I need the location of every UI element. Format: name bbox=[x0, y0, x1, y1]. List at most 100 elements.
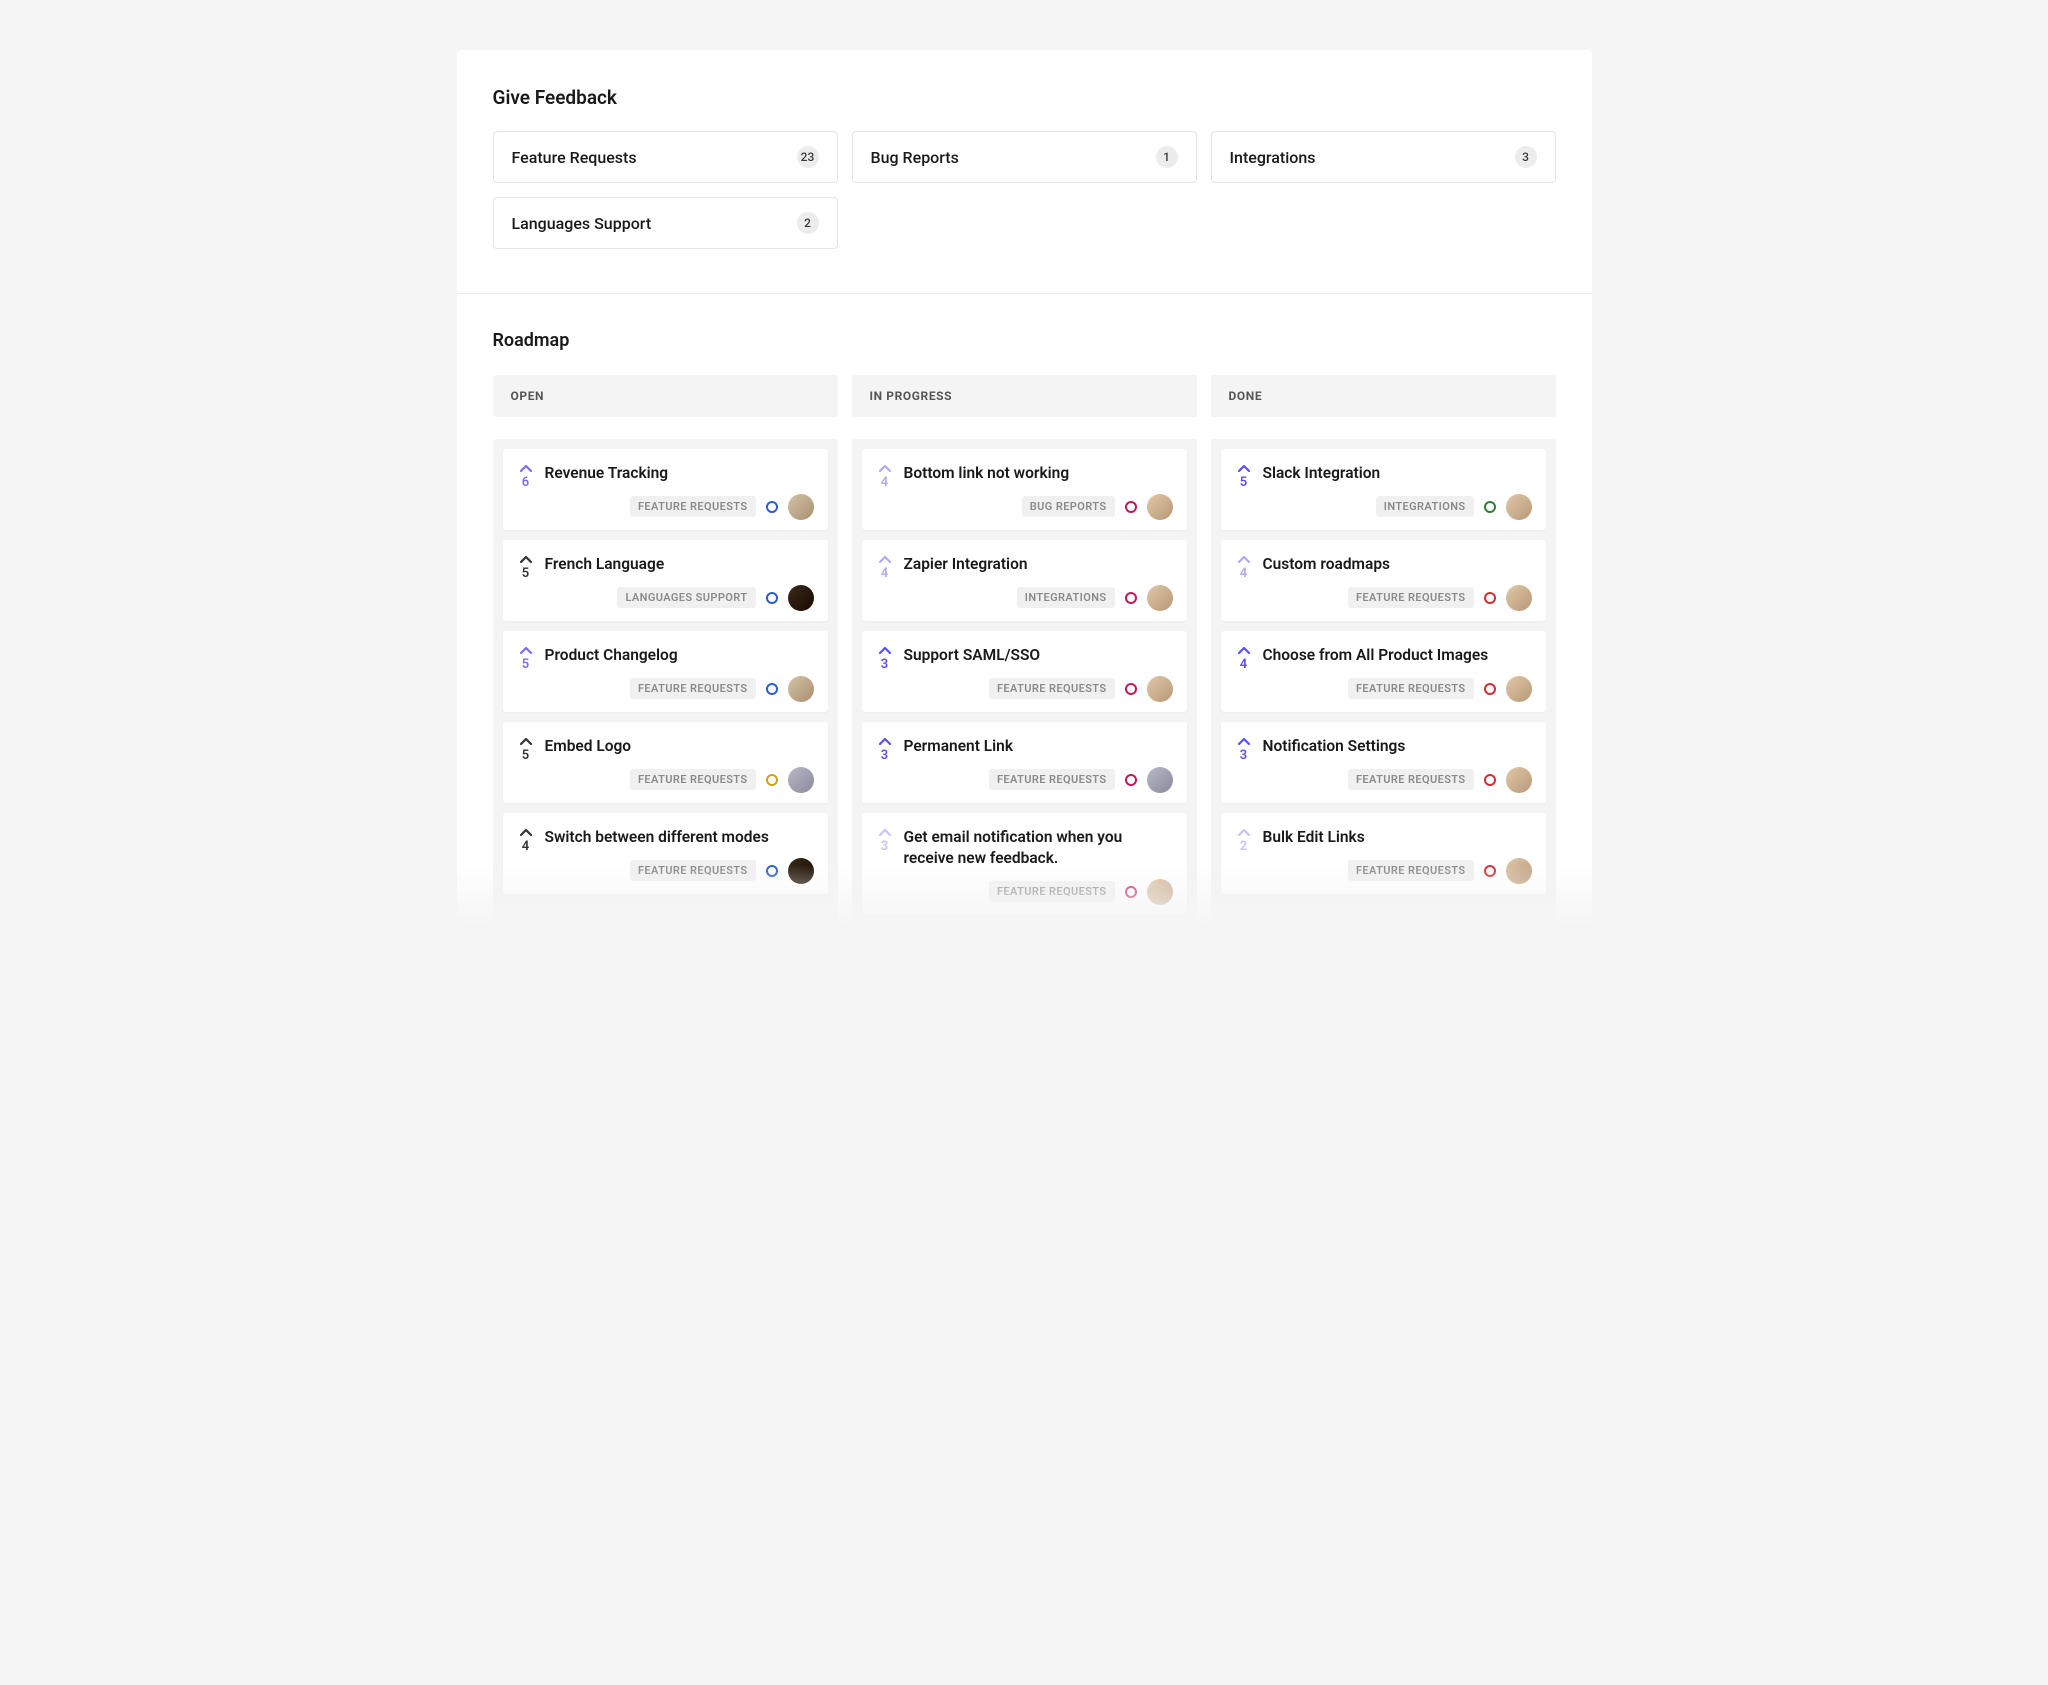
chevron-up-icon bbox=[519, 554, 533, 564]
chevron-up-icon bbox=[878, 827, 892, 837]
roadmap-card[interactable]: 2 Bulk Edit Links FEATURE REQUESTS bbox=[1221, 813, 1546, 894]
category-tag: BUG REPORTS bbox=[1022, 496, 1115, 517]
category-tag: FEATURE REQUESTS bbox=[630, 678, 756, 699]
upvote-button[interactable]: 3 bbox=[876, 736, 894, 793]
chevron-up-icon bbox=[1237, 736, 1251, 746]
feedback-app: Give Feedback Feature Requests23 Bug Repo… bbox=[457, 50, 1592, 925]
status-dot-icon bbox=[1484, 592, 1496, 604]
status-dot-icon bbox=[1125, 774, 1137, 786]
status-dot-icon bbox=[766, 774, 778, 786]
roadmap-card[interactable]: 5Slack IntegrationINTEGRATIONS bbox=[1221, 449, 1546, 530]
upvote-button[interactable]: 4 bbox=[876, 554, 894, 611]
status-dot-icon bbox=[766, 683, 778, 695]
roadmap-section-title: Roadmap bbox=[493, 330, 1556, 351]
upvote-button[interactable]: 5 bbox=[1235, 463, 1253, 520]
author-avatar bbox=[1147, 879, 1173, 905]
roadmap-board-columns: 6 Revenue Tracking FEATURE REQUESTS 5French… bbox=[493, 439, 1556, 925]
upvote-button[interactable]: 4 bbox=[1235, 645, 1253, 702]
upvote-button[interactable]: 3 bbox=[876, 827, 894, 905]
upvote-button[interactable]: 3 bbox=[876, 645, 894, 702]
status-dot-icon bbox=[1484, 501, 1496, 513]
roadmap-card[interactable]: 5 Product Changelog FEATURE REQUESTS bbox=[503, 631, 828, 712]
vote-count: 4 bbox=[881, 566, 888, 581]
author-avatar bbox=[1147, 585, 1173, 611]
roadmap-card[interactable]: 4Switch between different modesFEATURE R… bbox=[503, 813, 828, 894]
roadmap-card[interactable]: 3 Support SAML/SSO FEATURE REQUESTS bbox=[862, 631, 1187, 712]
category-count-badge: 3 bbox=[1515, 146, 1537, 168]
roadmap-card[interactable]: 3Notification SettingsFEATURE REQUESTS bbox=[1221, 722, 1546, 803]
card-title: Support SAML/SSO bbox=[904, 645, 1173, 666]
upvote-button[interactable]: 6 bbox=[517, 463, 535, 520]
upvote-button[interactable]: 5 bbox=[517, 554, 535, 611]
roadmap-card[interactable]: 3Get email notification when you receive… bbox=[862, 813, 1187, 915]
author-avatar bbox=[788, 494, 814, 520]
category-tag: FEATURE REQUESTS bbox=[630, 496, 756, 517]
vote-count: 3 bbox=[881, 748, 888, 763]
vote-count: 6 bbox=[522, 475, 529, 490]
status-dot-icon bbox=[1125, 886, 1137, 898]
chevron-up-icon bbox=[1237, 463, 1251, 473]
category-card[interactable]: Languages Support2 bbox=[493, 197, 838, 249]
author-avatar bbox=[788, 676, 814, 702]
author-avatar bbox=[1506, 585, 1532, 611]
roadmap-card[interactable]: 6 Revenue Tracking FEATURE REQUESTS bbox=[503, 449, 828, 530]
roadmap-card[interactable]: 5Embed LogoFEATURE REQUESTS bbox=[503, 722, 828, 803]
card-title: Revenue Tracking bbox=[545, 463, 814, 484]
category-label: Languages Support bbox=[512, 214, 652, 233]
author-avatar bbox=[1506, 767, 1532, 793]
roadmap-card[interactable]: 4Zapier IntegrationINTEGRATIONS bbox=[862, 540, 1187, 621]
card-title: Bottom link not working bbox=[904, 463, 1173, 484]
author-avatar bbox=[788, 858, 814, 884]
author-avatar bbox=[788, 585, 814, 611]
vote-count: 3 bbox=[881, 657, 888, 672]
card-title: Bulk Edit Links bbox=[1263, 827, 1532, 848]
chevron-up-icon bbox=[1237, 645, 1251, 655]
upvote-button[interactable]: 3 bbox=[1235, 736, 1253, 793]
chevron-up-icon bbox=[1237, 554, 1251, 564]
category-tag: LANGUAGES SUPPORT bbox=[617, 587, 755, 608]
roadmap-card[interactable]: 4Choose from All Product ImagesFEATURE R… bbox=[1221, 631, 1546, 712]
vote-count: 4 bbox=[1240, 657, 1247, 672]
category-card[interactable]: Feature Requests23 bbox=[493, 131, 838, 183]
chevron-up-icon bbox=[878, 463, 892, 473]
feedback-section-title: Give Feedback bbox=[493, 86, 1556, 109]
roadmap-card[interactable]: 4Custom roadmapsFEATURE REQUESTS bbox=[1221, 540, 1546, 621]
chevron-up-icon bbox=[878, 736, 892, 746]
vote-count: 3 bbox=[881, 839, 888, 854]
category-count-badge: 23 bbox=[797, 146, 819, 168]
column-header: IN PROGRESS bbox=[852, 375, 1197, 417]
card-title: Notification Settings bbox=[1263, 736, 1532, 757]
status-dot-icon bbox=[1484, 683, 1496, 695]
upvote-button[interactable]: 4 bbox=[517, 827, 535, 884]
category-tag: FEATURE REQUESTS bbox=[989, 769, 1115, 790]
status-dot-icon bbox=[1484, 774, 1496, 786]
status-dot-icon bbox=[1125, 501, 1137, 513]
vote-count: 5 bbox=[522, 566, 529, 581]
author-avatar bbox=[1506, 676, 1532, 702]
section-divider bbox=[457, 293, 1592, 294]
upvote-button[interactable]: 4 bbox=[876, 463, 894, 520]
chevron-up-icon bbox=[878, 645, 892, 655]
vote-count: 4 bbox=[522, 839, 529, 854]
category-card[interactable]: Integrations3 bbox=[1211, 131, 1556, 183]
chevron-up-icon bbox=[519, 463, 533, 473]
chevron-up-icon bbox=[519, 645, 533, 655]
category-tag: FEATURE REQUESTS bbox=[630, 769, 756, 790]
status-dot-icon bbox=[1125, 592, 1137, 604]
roadmap-card[interactable]: 3Permanent LinkFEATURE REQUESTS bbox=[862, 722, 1187, 803]
card-title: Product Changelog bbox=[545, 645, 814, 666]
author-avatar bbox=[1506, 858, 1532, 884]
upvote-button[interactable]: 5 bbox=[517, 736, 535, 793]
chevron-up-icon bbox=[519, 736, 533, 746]
category-grid: Feature Requests23 Bug Reports1 Integratio… bbox=[493, 131, 1556, 249]
upvote-button[interactable]: 5 bbox=[517, 645, 535, 702]
category-card[interactable]: Bug Reports1 bbox=[852, 131, 1197, 183]
category-tag: FEATURE REQUESTS bbox=[989, 678, 1115, 699]
roadmap-card[interactable]: 4 Bottom link not working BUG REPORTS bbox=[862, 449, 1187, 530]
upvote-button[interactable]: 4 bbox=[1235, 554, 1253, 611]
upvote-button[interactable]: 2 bbox=[1235, 827, 1253, 884]
status-dot-icon bbox=[766, 865, 778, 877]
roadmap-card[interactable]: 5French LanguageLANGUAGES SUPPORT bbox=[503, 540, 828, 621]
author-avatar bbox=[1147, 494, 1173, 520]
category-tag: FEATURE REQUESTS bbox=[1348, 860, 1474, 881]
